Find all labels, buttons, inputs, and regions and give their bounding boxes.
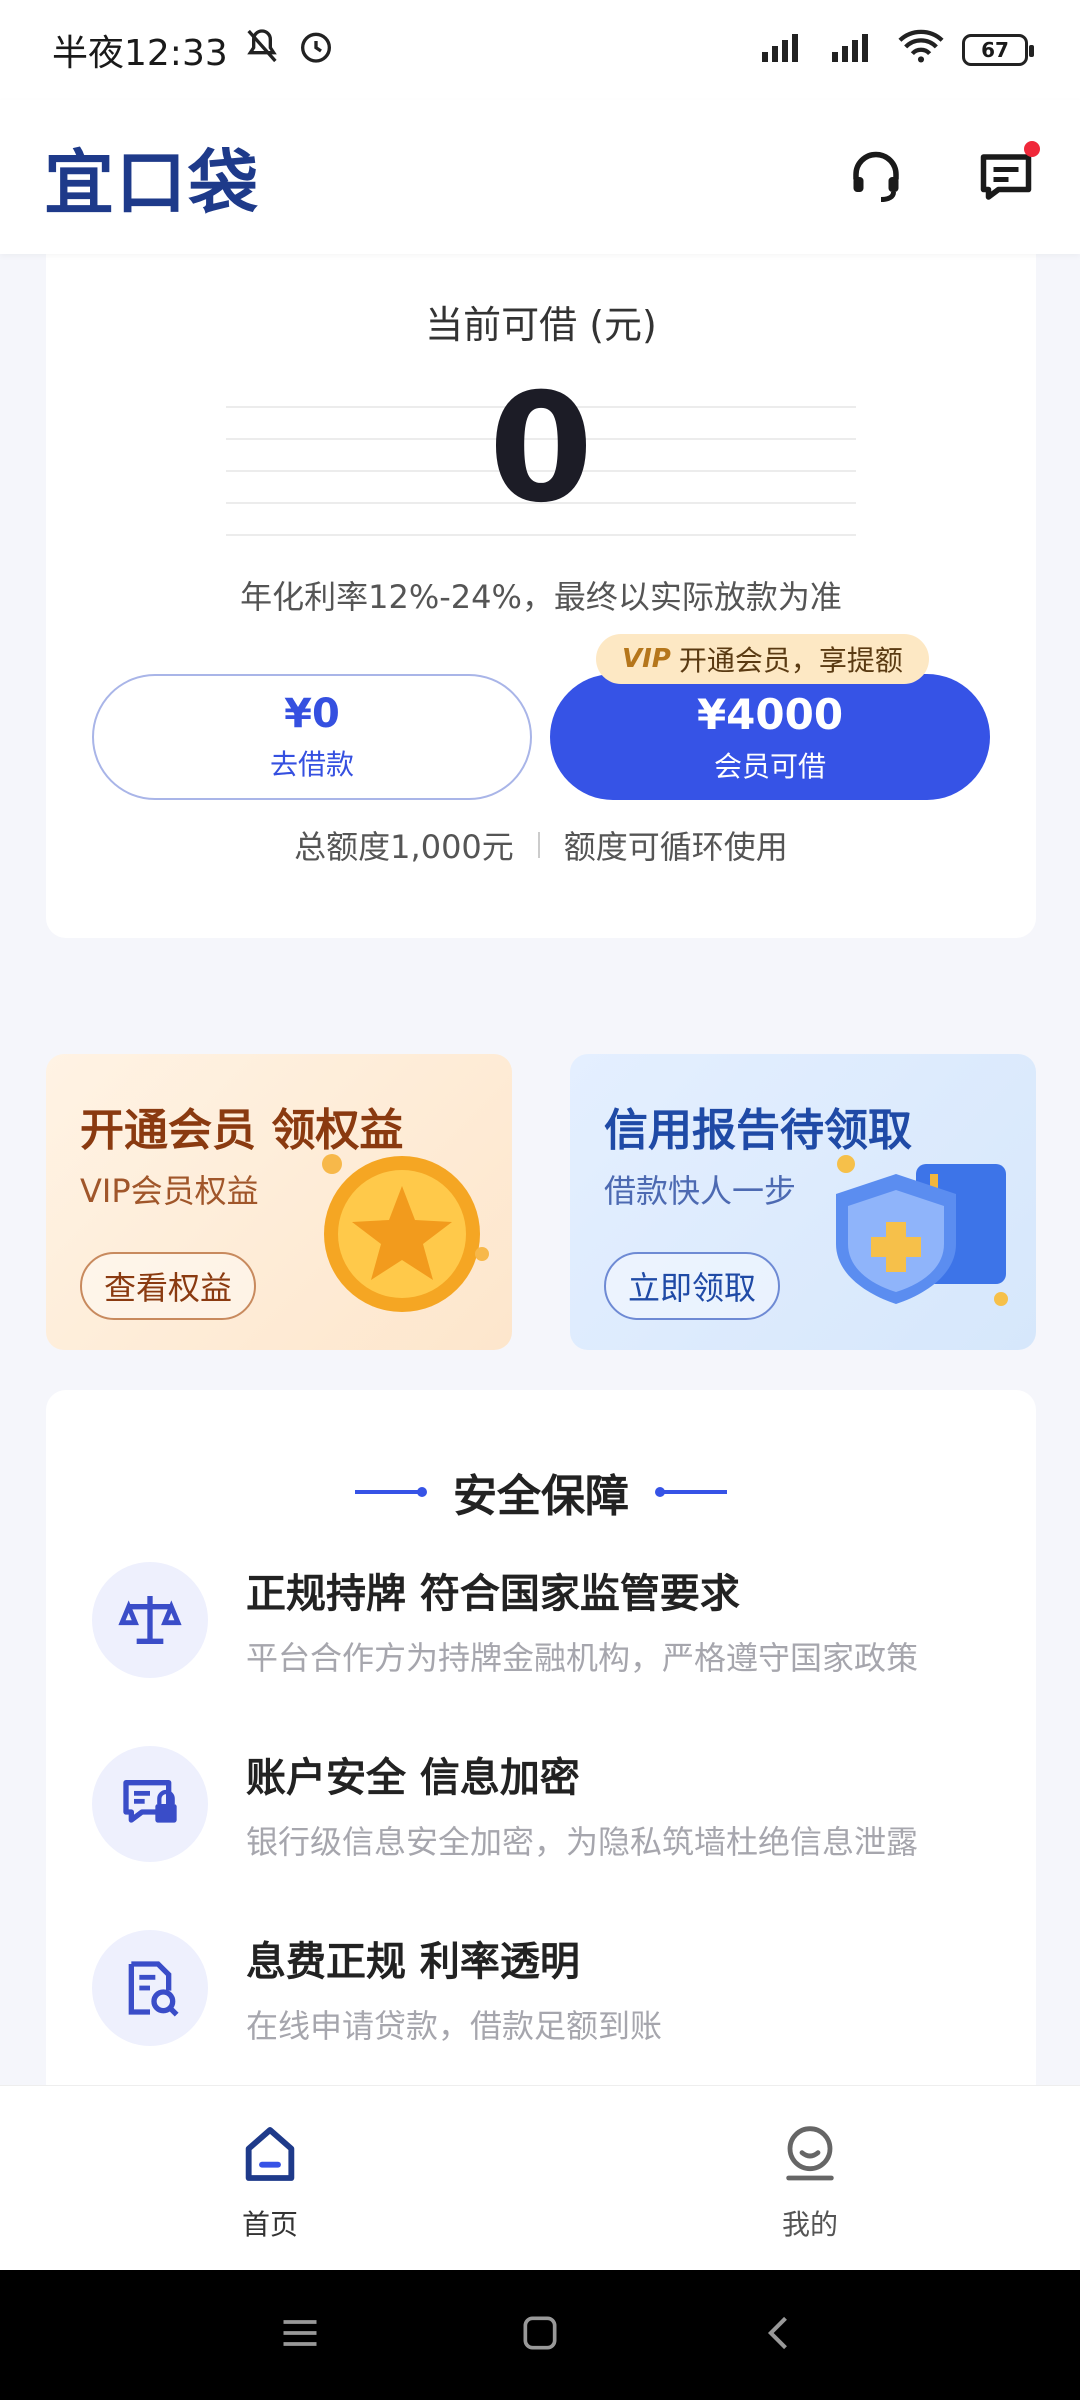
promo-subtitle: VIP会员权益 [80, 1172, 259, 1210]
feature-title: 正规持牌 符合国家监管要求 [246, 1571, 740, 1617]
document-search-icon [92, 1930, 208, 2046]
signal-icon-2 [828, 28, 880, 73]
member-borrow-button[interactable]: ¥4000 会员可借 [550, 674, 990, 800]
nav-mine-label: 我的 [781, 2208, 838, 2241]
promo-subtitle: 借款快人一步 [604, 1172, 797, 1210]
borrow-button[interactable]: ¥0 去借款 [92, 674, 532, 800]
gold-coin-icon [302, 1134, 492, 1324]
borrow-label: 去借款 [269, 748, 354, 781]
feature-licensed: 正规持牌 符合国家监管要求 平台合作方为持牌金融机构，严格遵守国家政策 [92, 1560, 992, 1680]
total-limit: 总额度1,000元 [294, 828, 514, 866]
loan-card: 当前可借 (元) 0 年化利率12%-24%，最终以实际放款为准 VIP 开通会… [46, 254, 1036, 938]
nav-home[interactable]: 首页 [170, 2122, 370, 2243]
signal-icon [758, 28, 810, 73]
feature-desc: 平台合作方为持牌金融机构，严格遵守国家政策 [246, 1639, 919, 1677]
app-logo: 宜口袋 [44, 141, 260, 224]
vip-badge: VIP 开通会员，享提额 [596, 634, 929, 684]
menu-icon[interactable] [278, 2311, 322, 2359]
title-decoration [355, 1487, 427, 1497]
mute-icon [242, 26, 282, 75]
status-bar: 半夜12:33 67 [0, 0, 1080, 100]
available-title: 当前可借 (元) [425, 303, 657, 347]
divider [537, 832, 540, 858]
app-header: 宜口袋 [0, 100, 1080, 254]
view-benefits-button[interactable]: 查看权益 [80, 1252, 257, 1320]
vip-promo-banner[interactable]: 开通会员 领权益 VIP会员权益 查看权益 [46, 1054, 512, 1350]
claim-now-button[interactable]: 立即领取 [604, 1252, 781, 1320]
nav-mine[interactable]: 我的 [710, 2122, 910, 2243]
recycle-note: 额度可循环使用 [563, 828, 788, 866]
battery-icon: 67 [962, 34, 1034, 66]
customer-service-icon[interactable] [846, 147, 906, 207]
limit-info: 总额度1,000元 额度可循环使用 [46, 822, 1036, 868]
safety-heading: 安全保障 [46, 1460, 1036, 1524]
shield-icon [826, 1134, 1016, 1324]
back-icon[interactable] [758, 2311, 802, 2359]
feature-title: 账户安全 信息加密 [246, 1755, 580, 1801]
title-decoration [655, 1487, 727, 1497]
nav-home-label: 首页 [241, 2208, 298, 2241]
header-icons [846, 141, 1040, 207]
status-time: 半夜12:33 [52, 33, 228, 74]
message-icon[interactable] [976, 141, 1040, 207]
system-nav-bar [0, 2270, 1080, 2400]
safety-card: 安全保障 正规持牌 符合国家监管要求 平台合作方为持牌金融机构，严格遵守国家政策… [46, 1390, 1036, 2090]
scale-icon [92, 1562, 208, 1678]
status-right: 67 [758, 28, 1034, 73]
unread-dot [1024, 141, 1040, 157]
bottom-nav: 首页 我的 [0, 2086, 1080, 2270]
feature-desc: 银行级信息安全加密，为隐私筑墙杜绝信息泄露 [246, 1823, 919, 1861]
status-left: 半夜12:33 [52, 24, 336, 76]
wifi-icon [898, 28, 944, 73]
secure-message-icon [92, 1746, 208, 1862]
available-amount: 0 [488, 362, 594, 536]
member-label: 会员可借 [713, 749, 826, 783]
rate-note: 年化利率12%-24%，最终以实际放款为准 [240, 578, 842, 616]
home-square-icon[interactable] [518, 2311, 562, 2359]
vip-icon: VIP [622, 644, 671, 674]
credit-report-banner[interactable]: 信用报告待领取 借款快人一步 立即领取 [570, 1054, 1036, 1350]
member-amount: ¥4000 [696, 689, 844, 739]
vip-badge-text: 开通会员，享提额 [678, 644, 903, 677]
feature-transparent-rates: 息费正规 利率透明 在线申请贷款，借款足额到账 [92, 1928, 992, 2048]
alarm-icon [296, 26, 336, 75]
borrow-amount: ¥0 [284, 691, 340, 737]
feature-desc: 在线申请贷款，借款足额到账 [246, 2007, 663, 2045]
feature-title: 息费正规 利率透明 [246, 1939, 580, 1985]
safety-title: 安全保障 [453, 1471, 629, 1522]
feature-account-security: 账户安全 信息加密 银行级信息安全加密，为隐私筑墙杜绝信息泄露 [92, 1744, 992, 1864]
profile-icon [778, 2122, 842, 2193]
home-icon [238, 2122, 302, 2193]
